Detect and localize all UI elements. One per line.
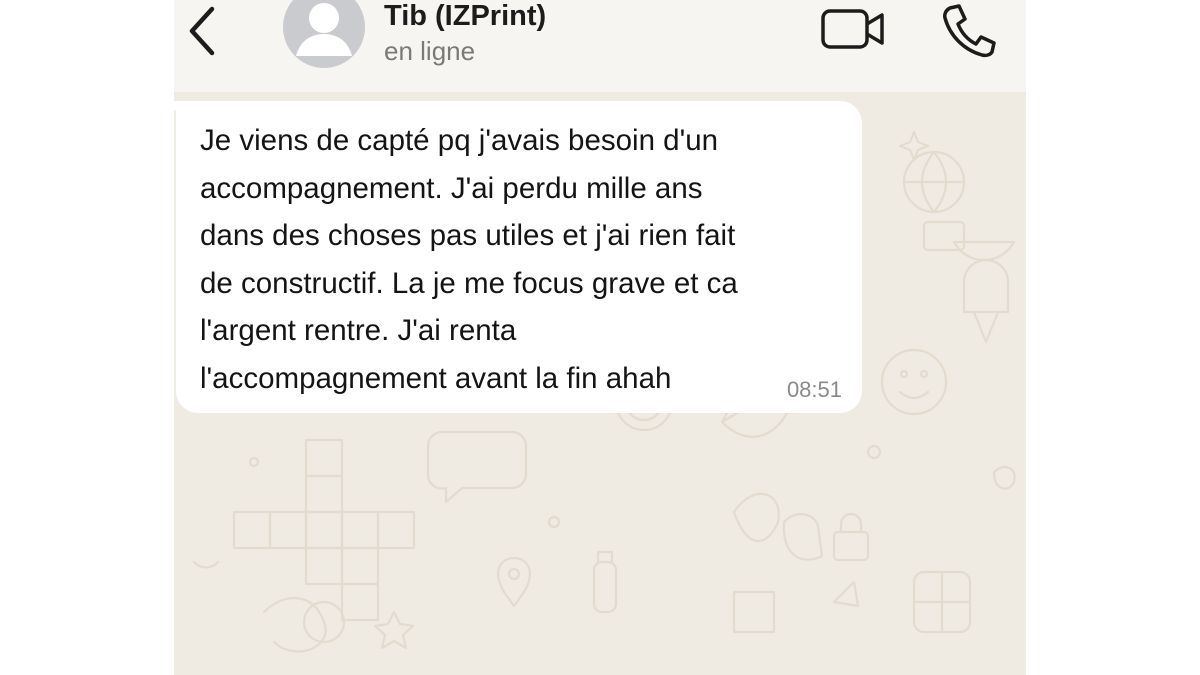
message-line: l'argent rentre. J'ai renta — [200, 314, 517, 347]
voice-call-button[interactable] — [938, 2, 996, 58]
back-button[interactable] — [182, 4, 222, 56]
message-bubble[interactable]: Je viens de capté pq j'avais besoin d'un… — [176, 101, 862, 413]
person-silhouette-icon — [296, 3, 352, 56]
message-line: dans des choses pas utiles et j'ai rien … — [200, 219, 736, 252]
message-line: l'accompagnement avant la fin ahah — [200, 361, 672, 395]
phone-icon — [943, 4, 996, 58]
video-camera-icon — [821, 9, 884, 49]
message-line: de constructif. La je me focus grave et … — [200, 266, 738, 300]
chat-screen: Tib (IZPrint) en ligne Je viens de capté… — [174, 0, 1026, 675]
message-line: accompagnement. J'ai perdu mille ans — [200, 171, 703, 205]
chat-header: Tib (IZPrint) en ligne — [174, 0, 1026, 92]
video-call-button[interactable] — [820, 6, 886, 54]
contact-name[interactable]: Tib (IZPrint) — [384, 0, 546, 33]
contact-status: en ligne — [384, 36, 476, 66]
message-line: Je viens de capté pq j'avais besoin d'un — [200, 124, 719, 157]
avatar[interactable] — [283, 0, 365, 68]
chevron-left-icon — [189, 6, 215, 56]
message-text: Je viens de capté pq j'avais besoin d'un… — [200, 117, 850, 402]
message-timestamp: 08:51 — [786, 377, 842, 402]
